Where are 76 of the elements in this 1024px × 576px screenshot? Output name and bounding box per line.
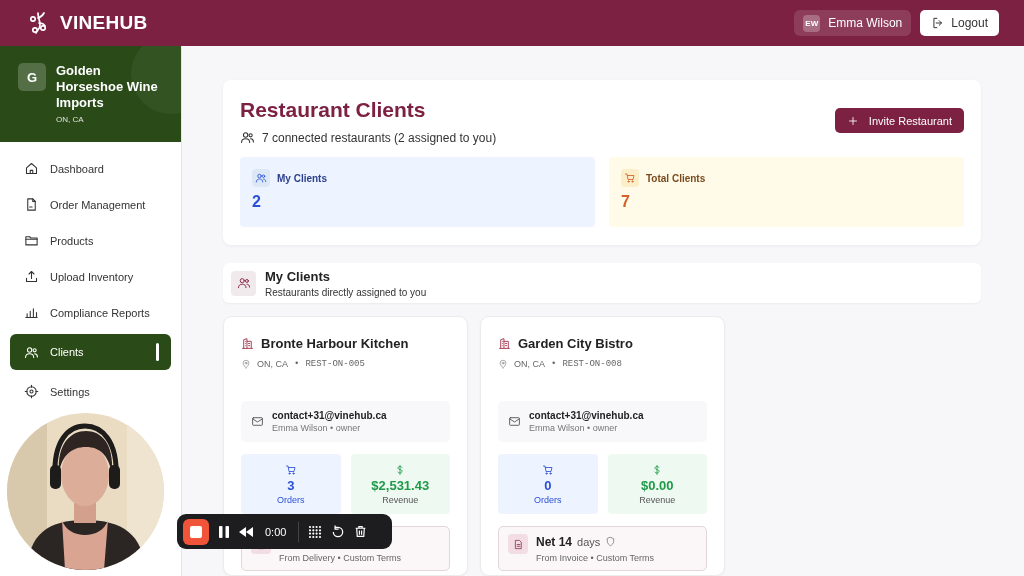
stat-label: My Clients (277, 172, 327, 184)
mail-icon (251, 415, 264, 428)
restaurant-code: REST-ON-008 (562, 359, 622, 369)
terms-note: From Invoice • Custom Terms (536, 553, 654, 563)
orders-count: 0 (544, 477, 552, 493)
shield-icon (605, 536, 617, 547)
bar-chart-icon (24, 305, 39, 320)
people-icon (24, 344, 39, 360)
terms-title: Net 14 (536, 534, 573, 549)
rewind-icon[interactable] (239, 526, 253, 537)
page-title: Restaurant Clients (240, 98, 427, 122)
sidebar-item[interactable]: Products (10, 227, 171, 254)
page-subtitle: 7 connected restaurants (2 assigned to you) (262, 130, 497, 145)
terms-note: From Delivery • Custom Terms (279, 553, 401, 563)
orders-label: Orders (534, 494, 562, 505)
location-pin-icon (241, 359, 251, 369)
settings-icon (24, 384, 39, 399)
revenue-label: Revenue (382, 494, 419, 505)
sidebar-item[interactable]: Clients (10, 334, 171, 370)
user-initials: EW (803, 14, 821, 32)
restaurant-code: REST-ON-005 (305, 359, 365, 369)
grid-icon[interactable] (308, 524, 323, 539)
app-name: VINEHUB (60, 12, 148, 34)
people-icon (240, 130, 255, 145)
sidebar-item[interactable]: Dashboard (10, 155, 171, 182)
organization-initial: G (18, 63, 46, 91)
building-icon (241, 337, 254, 350)
home-icon (24, 161, 39, 176)
cart-icon (624, 172, 636, 184)
mail-icon (508, 415, 521, 428)
trash-icon[interactable] (354, 524, 368, 539)
organization-region: ON, CA (56, 115, 85, 124)
recording-time: 0:00 (265, 525, 287, 538)
document-icon (24, 197, 39, 212)
section-subtitle: Restaurants directly assigned to you (265, 286, 427, 298)
restaurant-name: Bronte Harbour Kitchen (261, 336, 409, 351)
plus-icon (846, 114, 859, 127)
orders-count: 3 (287, 477, 295, 493)
stat-label: Total Clients (646, 172, 706, 184)
sidebar-item[interactable]: Order Management (10, 191, 171, 218)
cart-icon (284, 463, 297, 476)
terms-unit: days (577, 535, 601, 548)
stat-value: 7 (621, 193, 631, 211)
user-chip[interactable]: EW Emma Wilson (794, 10, 912, 36)
folder-icon (24, 233, 39, 248)
separator-dot: • (551, 359, 557, 369)
document-icon (512, 538, 524, 550)
people-icon (236, 276, 251, 290)
stat-value: 2 (252, 193, 262, 211)
restaurant-region: ON, CA (514, 359, 545, 369)
contact-person: Emma Wilson • owner (529, 423, 619, 433)
sidebar-item[interactable]: Compliance Reports (10, 299, 171, 326)
section-title: My Clients (265, 268, 331, 284)
people-icon (255, 172, 267, 184)
revenue-amount: $0.00 (640, 477, 674, 493)
contact-person: Emma Wilson • owner (272, 423, 362, 433)
separator-dot: • (294, 359, 300, 369)
sidebar-item[interactable]: Settings (10, 378, 171, 405)
location-pin-icon (498, 359, 508, 369)
restaurant-name: Garden City Bistro (518, 336, 633, 351)
revenue-amount: $2,531.43 (371, 477, 430, 493)
invite-restaurant-button[interactable]: Invite Restaurant (834, 108, 964, 133)
cart-icon (541, 463, 554, 476)
sidebar-item[interactable]: Upload Inventory (10, 263, 171, 290)
stop-recording-button[interactable] (183, 518, 209, 545)
organization-name: Golden Horseshoe Wine Imports (56, 63, 159, 111)
contact-email: contact+31@vinehub.ca (272, 410, 387, 421)
restart-icon[interactable] (331, 524, 346, 539)
revenue-label: Revenue (639, 494, 676, 505)
orders-label: Orders (277, 494, 305, 505)
pause-icon[interactable] (218, 524, 230, 539)
contact-email: contact+31@vinehub.ca (529, 410, 644, 421)
restaurant-region: ON, CA (257, 359, 288, 369)
building-icon (498, 337, 511, 350)
logout-button[interactable]: Logout (920, 10, 999, 36)
upload-icon (24, 269, 39, 284)
